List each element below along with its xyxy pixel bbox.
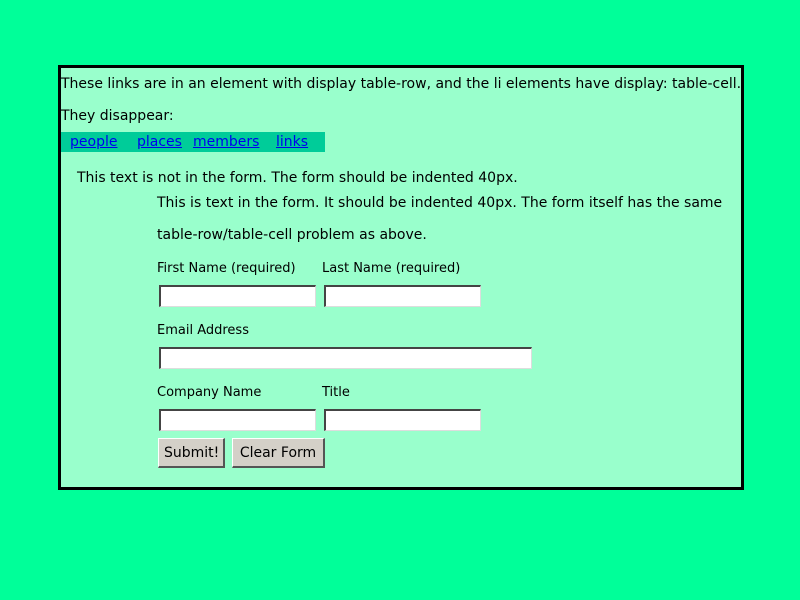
- nav-link-places[interactable]: places: [137, 134, 182, 150]
- outside-form-text: This text is not in the form. The form s…: [77, 170, 518, 186]
- form-intro-line2: table-row/table-cell problem as above.: [157, 227, 427, 243]
- nav-link-people[interactable]: people: [70, 134, 117, 150]
- email-field[interactable]: [159, 347, 532, 369]
- nav-links-bar: people places members links: [61, 132, 325, 152]
- email-label: Email Address: [157, 323, 249, 338]
- intro-text: These links are in an element with displ…: [61, 76, 742, 92]
- nav-link-links[interactable]: links: [276, 134, 308, 150]
- first-name-field[interactable]: [159, 285, 316, 307]
- nav-link-members[interactable]: members: [193, 134, 259, 150]
- title-field[interactable]: [324, 409, 481, 431]
- title-label: Title: [322, 385, 350, 400]
- company-field[interactable]: [159, 409, 316, 431]
- first-name-label: First Name (required): [157, 261, 296, 276]
- submit-button[interactable]: Submit!: [158, 438, 225, 468]
- clear-form-button[interactable]: Clear Form: [232, 438, 325, 468]
- company-label: Company Name: [157, 385, 262, 400]
- content-panel: These links are in an element with displ…: [58, 65, 744, 490]
- form-intro-line1: This is text in the form. It should be i…: [157, 195, 723, 211]
- last-name-field[interactable]: [324, 285, 481, 307]
- last-name-label: Last Name (required): [322, 261, 461, 276]
- disappear-text: They disappear:: [61, 108, 174, 124]
